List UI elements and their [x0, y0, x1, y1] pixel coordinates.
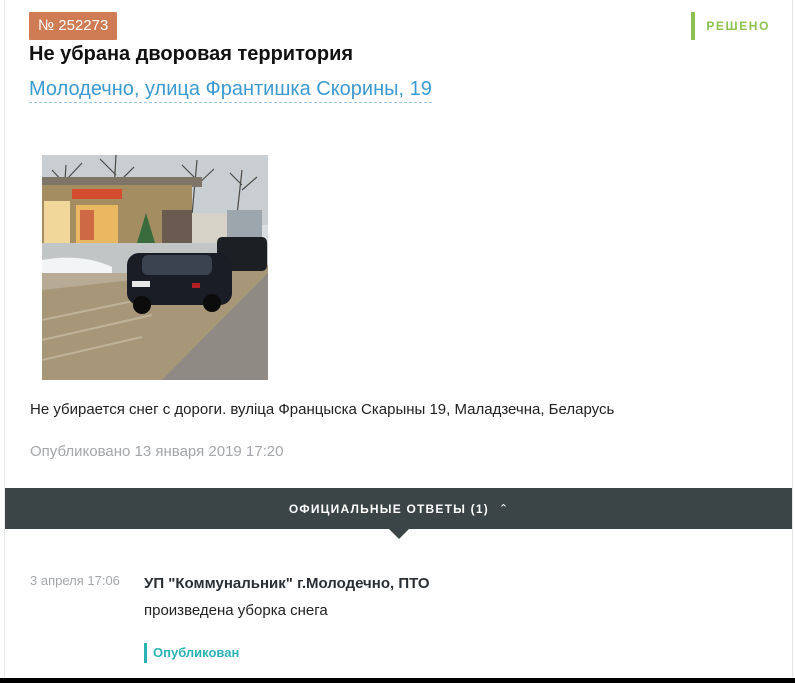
complaint-number-badge: № 252273 — [29, 12, 118, 40]
complaint-photo[interactable] — [42, 155, 268, 380]
address-link[interactable]: Молодечно, улица Франтишка Скорины, 19 — [29, 78, 432, 103]
answer-text: произведена уборка снега — [144, 602, 328, 619]
official-answers-toggle[interactable]: ОФИЦИАЛЬНЫЕ ОТВЕТЫ (1) ⌃ — [5, 488, 792, 529]
official-answers-label: ОФИЦИАЛЬНЫЕ ОТВЕТЫ (1) — [288, 502, 489, 516]
status-badge: РЕШЕНО — [691, 12, 770, 40]
chevron-up-icon: ⌃ — [498, 503, 509, 515]
answer-status-badge: Опубликован — [144, 643, 239, 663]
bottom-edge — [0, 678, 795, 683]
complaint-title: Не убрана дворовая территория — [29, 43, 354, 65]
answer-date: 3 апреля 17:06 — [30, 573, 120, 588]
published-date: Опубликовано 13 января 2019 17:20 — [30, 443, 284, 460]
answers-bar-notch — [389, 529, 409, 539]
complaint-card: № 252273 РЕШЕНО Не убрана дворовая терри… — [4, 0, 793, 678]
answer-organization: УП "Коммунальник" г.Молодечно, ПТО — [144, 575, 430, 592]
complaint-description: Не убирается снег с дороги. вуліца Франц… — [30, 401, 615, 418]
